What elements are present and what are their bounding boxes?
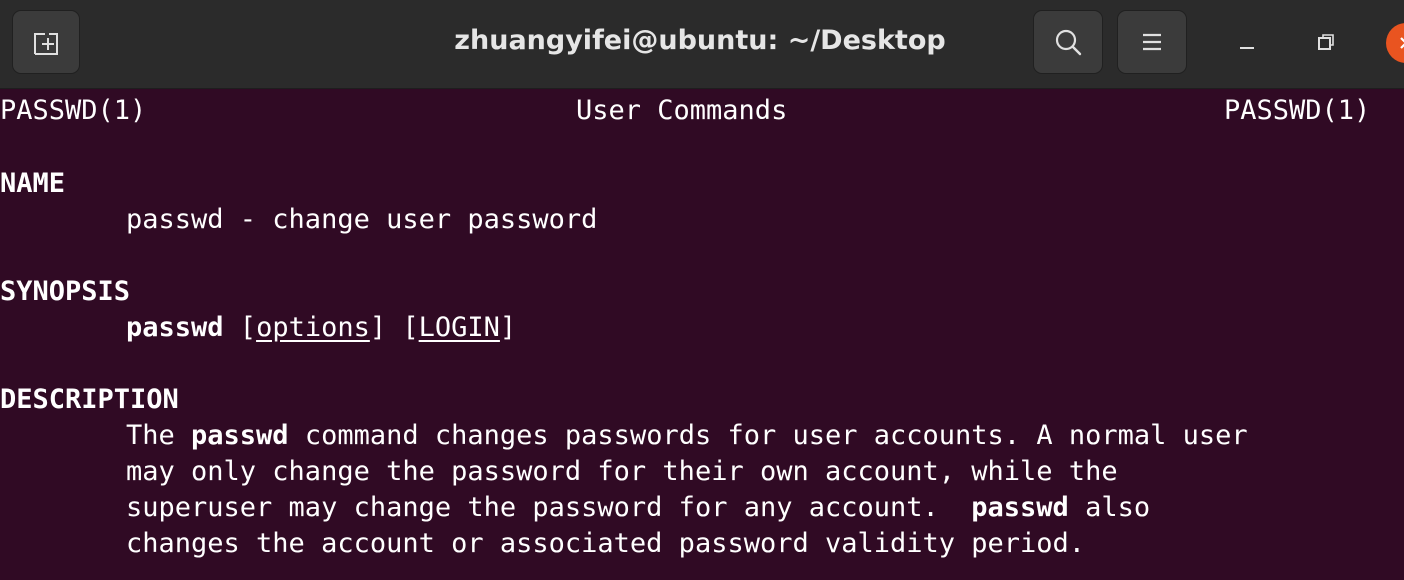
new-tab-icon [34,33,58,55]
synopsis-bracket: [ [386,312,419,343]
description-line-4: changes the account or associated passwo… [126,528,1086,559]
man-header-left: PASSWD(1) [0,95,147,126]
window-title: zhuangyifei@ubuntu: ~/Desktop [454,25,946,56]
desc-command-bold: passwd [971,492,1069,523]
desc-command-bold: passwd [191,420,289,451]
description-line-2: may only change the password for their o… [126,456,1118,487]
new-tab-button[interactable] [12,10,80,74]
desc-text: command changes passwords for user accou… [288,420,1248,451]
synopsis-bracket: ] [499,312,517,343]
hamburger-menu-icon [1143,33,1161,51]
terminal-window: zhuangyifei@ubuntu: ~/Desktop PASSWD(1) … [0,0,1404,580]
desc-text: superuser may change the password for an… [126,492,972,523]
minimize-button[interactable] [1227,22,1267,62]
close-button[interactable] [1386,23,1404,63]
section-heading-description: DESCRIPTION [0,384,179,415]
menu-button[interactable] [1117,10,1187,74]
name-description: passwd - change user password [126,204,598,235]
title-bar: zhuangyifei@ubuntu: ~/Desktop [0,0,1404,89]
desc-text: The [126,420,192,451]
synopsis-bracket: ] [369,312,387,343]
search-icon [1055,29,1082,56]
section-heading-synopsis: SYNOPSIS [0,276,131,307]
synopsis-options: options [256,312,370,343]
close-icon [1400,37,1404,49]
maximize-icon [1318,34,1334,50]
section-heading-name: NAME [0,168,66,199]
description-line-1: The passwd command changes passwords for… [126,418,1248,454]
synopsis-login: LOGIN [418,312,500,343]
minimize-icon [1240,47,1254,49]
search-button[interactable] [1033,10,1103,74]
man-header-right: PASSWD(1) [1224,95,1371,126]
synopsis-line: passwd [options] [LOGIN] [126,310,516,346]
description-line-3: superuser may change the password for an… [126,490,1150,526]
man-header-center: User Commands [576,95,788,126]
terminal-output[interactable]: PASSWD(1) User Commands PASSWD(1) NAME p… [0,89,1404,580]
synopsis-bracket: [ [223,312,257,343]
desc-text: also [1068,492,1151,523]
maximize-button[interactable] [1306,22,1346,62]
synopsis-command: passwd [126,312,224,343]
